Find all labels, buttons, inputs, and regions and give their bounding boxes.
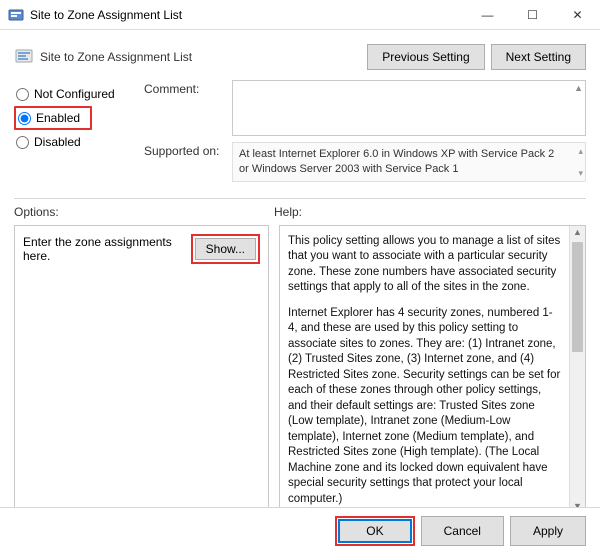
ok-button[interactable]: OK <box>338 519 411 543</box>
radio-not-configured-label: Not Configured <box>34 87 115 101</box>
supported-text: At least Internet Explorer 6.0 in Window… <box>232 142 586 182</box>
radio-enabled[interactable]: Enabled <box>14 106 92 130</box>
options-prompt: Enter the zone assignments here. <box>23 235 187 263</box>
supported-scroll: ▴ ▾ <box>578 145 583 179</box>
radio-enabled-label: Enabled <box>36 111 80 125</box>
previous-setting-button[interactable]: Previous Setting <box>367 44 484 70</box>
comment-row: Comment: ▲ <box>144 80 586 136</box>
scroll-thumb[interactable] <box>572 242 583 352</box>
show-highlight: Show... <box>191 234 260 264</box>
titlebar: Site to Zone Assignment List — ☐ ✕ <box>0 0 600 30</box>
apply-button[interactable]: Apply <box>510 516 586 546</box>
show-button[interactable]: Show... <box>195 238 256 260</box>
scroll-up-icon[interactable]: ▲ <box>570 227 585 237</box>
help-p2: Internet Explorer has 4 security zones, … <box>288 306 561 508</box>
panel-labels: Options: Help: <box>14 205 586 219</box>
next-setting-button[interactable]: Next Setting <box>491 44 586 70</box>
minimize-button[interactable]: — <box>465 0 510 29</box>
comment-textarea[interactable]: ▲ <box>232 80 586 136</box>
state-radios: Not Configured Enabled Disabled <box>14 80 144 188</box>
close-button[interactable]: ✕ <box>555 0 600 29</box>
help-scrollbar[interactable]: ▲ ▼ <box>569 226 585 512</box>
help-label: Help: <box>274 205 586 219</box>
radio-disabled-input[interactable] <box>16 136 29 149</box>
scroll-up-icon: ▴ <box>578 145 583 157</box>
page-title: Site to Zone Assignment List <box>40 50 361 64</box>
maximize-button[interactable]: ☐ <box>510 0 555 29</box>
options-pane: Enter the zone assignments here. Show... <box>14 225 269 513</box>
header-row: Site to Zone Assignment List Previous Se… <box>14 38 586 80</box>
panels: Enter the zone assignments here. Show...… <box>14 225 586 513</box>
window-title: Site to Zone Assignment List <box>30 8 465 22</box>
window-controls: — ☐ ✕ <box>465 0 600 29</box>
options-label: Options: <box>14 205 274 219</box>
content-area: Site to Zone Assignment List Previous Se… <box>0 30 600 513</box>
cancel-button[interactable]: Cancel <box>421 516 504 546</box>
supported-row: Supported on: At least Internet Explorer… <box>144 142 586 182</box>
config-row: Not Configured Enabled Disabled Comment:… <box>14 80 586 188</box>
help-p1: This policy setting allows you to manage… <box>288 234 561 296</box>
supported-value: At least Internet Explorer 6.0 in Window… <box>239 148 554 175</box>
supported-label: Supported on: <box>144 142 232 182</box>
help-text: This policy setting allows you to manage… <box>280 226 569 512</box>
radio-disabled[interactable]: Disabled <box>14 132 144 152</box>
help-pane: This policy setting allows you to manage… <box>279 225 586 513</box>
policy-icon <box>14 47 34 67</box>
fields: Comment: ▲ Supported on: At least Intern… <box>144 80 586 188</box>
radio-enabled-input[interactable] <box>18 112 31 125</box>
radio-disabled-label: Disabled <box>34 135 81 149</box>
footer: OK Cancel Apply <box>0 507 600 554</box>
app-icon <box>8 7 24 23</box>
scroll-down-icon: ▾ <box>578 167 583 179</box>
separator <box>14 198 586 199</box>
radio-not-configured-input[interactable] <box>16 88 29 101</box>
comment-label: Comment: <box>144 80 232 136</box>
scroll-up-icon: ▲ <box>574 83 583 93</box>
radio-not-configured[interactable]: Not Configured <box>14 84 144 104</box>
options-row: Enter the zone assignments here. Show... <box>23 234 260 264</box>
ok-highlight: OK <box>335 516 414 546</box>
